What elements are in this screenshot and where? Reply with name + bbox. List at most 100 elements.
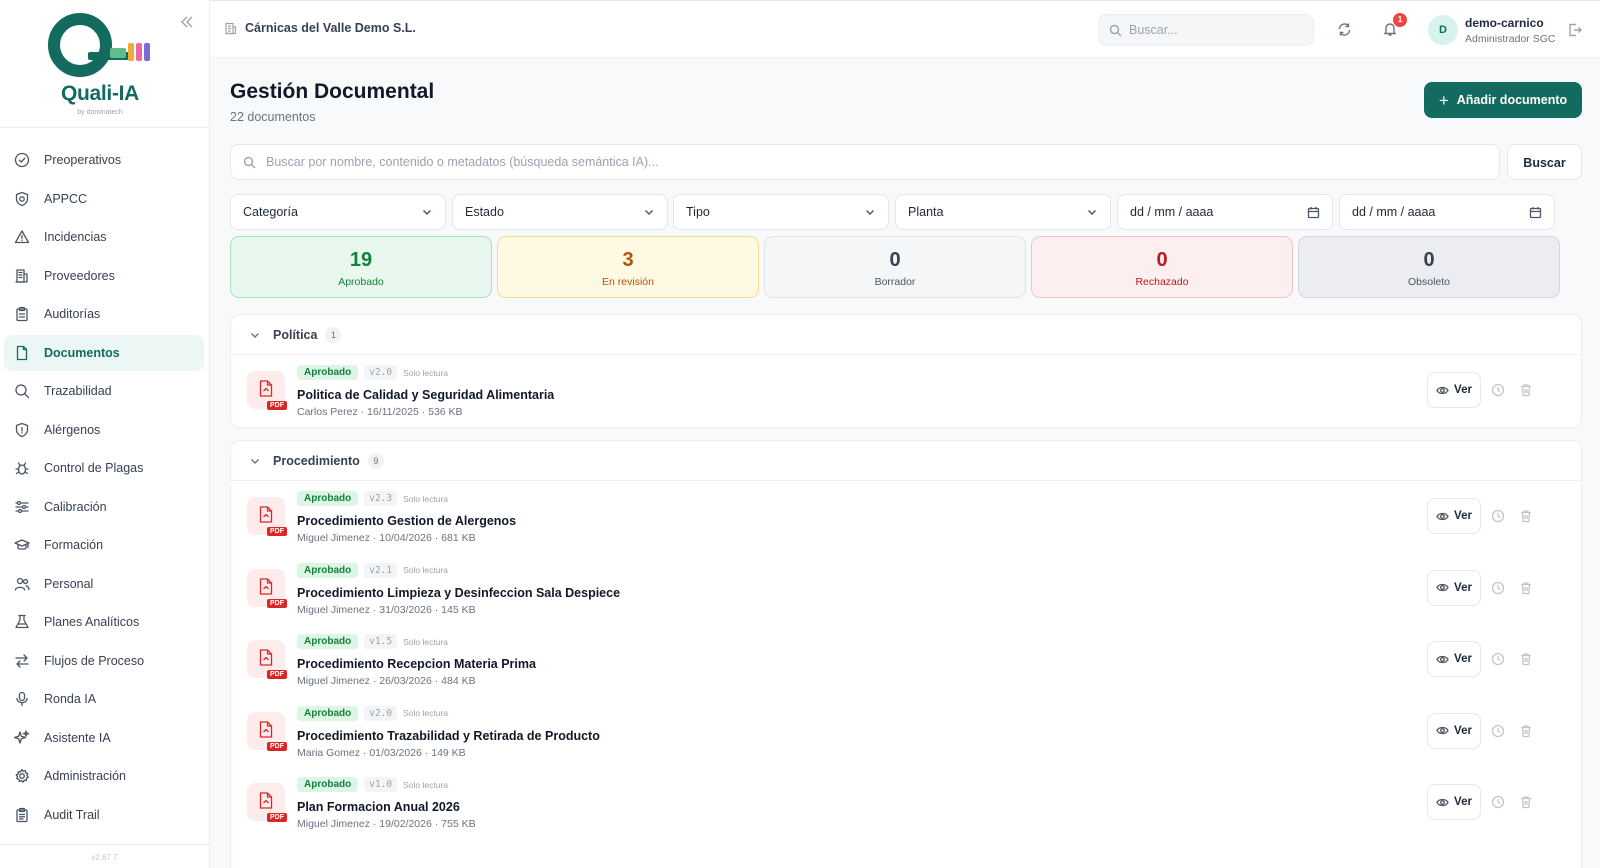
calendar-icon[interactable] xyxy=(1529,206,1542,219)
global-search-input[interactable]: Buscar... xyxy=(1098,14,1314,46)
view-button[interactable]: Ver xyxy=(1427,641,1481,677)
chevron-down-icon xyxy=(866,210,874,215)
filter-categoria[interactable]: Categoría xyxy=(230,194,446,230)
date-to-input[interactable]: dd / mm / aaaa xyxy=(1339,194,1555,230)
readonly-label: Solo lectura xyxy=(403,493,448,504)
document-row[interactable]: PDF Aprobado v2.0 Solo lectura Procedimiento… xyxy=(231,696,1581,768)
sidebar-item-administracion[interactable]: Administración xyxy=(4,758,204,794)
trash-icon[interactable] xyxy=(1519,581,1533,595)
history-icon[interactable] xyxy=(1491,509,1505,523)
filter-tipo[interactable]: Tipo xyxy=(673,194,889,230)
sidebar-item-alergenos[interactable]: Alérgenos xyxy=(4,412,204,448)
trash-icon[interactable] xyxy=(1519,383,1533,397)
document-title[interactable]: Procedimiento Trazabilidad y Retirada de… xyxy=(297,729,600,743)
pdf-file-icon: PDF xyxy=(247,568,287,608)
trash-icon[interactable] xyxy=(1519,509,1533,523)
stat-card-borrador[interactable]: 0 Borrador xyxy=(764,236,1026,298)
logo-subtitle: by dominatech xyxy=(77,109,123,116)
view-button[interactable]: Ver xyxy=(1427,372,1481,408)
refresh-icon[interactable] xyxy=(1337,22,1352,37)
document-row[interactable]: PDF Aprobado v1.0 Solo lectura Plan Formacio… xyxy=(231,767,1581,839)
document-title[interactable]: Procedimiento Limpieza y Desinfeccion Sa… xyxy=(297,586,620,600)
sidebar-item-preoperativos[interactable]: Preoperativos xyxy=(4,142,204,178)
sidebar-item-label: Personal xyxy=(44,576,94,591)
group-header[interactable]: Procedimiento 9 xyxy=(231,441,1581,481)
search-button[interactable]: Buscar xyxy=(1507,144,1582,180)
sidebar-item-label: Trazabilidad xyxy=(44,384,112,398)
stat-value: 19 xyxy=(349,249,373,271)
sidebar-item-asistente-ia[interactable]: Asistente IA xyxy=(4,720,204,756)
filter-estado[interactable]: Estado xyxy=(452,194,668,230)
sidebar-item-incidencias[interactable]: Incidencias xyxy=(4,219,204,255)
avatar[interactable]: D xyxy=(1428,15,1458,45)
pdf-tag: PDF xyxy=(267,401,287,410)
sidebar-item-label: Control de Plagas xyxy=(44,461,144,475)
document-row[interactable]: PDF Aprobado v2.0 Solo lectura Politica de C… xyxy=(231,355,1581,427)
sidebar-item-auditorias[interactable]: Auditorías xyxy=(4,296,204,332)
view-button[interactable]: Ver xyxy=(1427,712,1481,749)
history-icon[interactable] xyxy=(1491,383,1505,397)
stat-card-rechazado[interactable]: 0 Rechazado xyxy=(1031,236,1293,298)
history-icon[interactable] xyxy=(1491,581,1505,595)
stat-label: Borrador xyxy=(874,276,916,288)
document-row[interactable]: PDF Aprobado v1.5 Solo lectura Procedimiento… xyxy=(231,624,1581,696)
date-from-input[interactable]: dd / mm / aaaa xyxy=(1117,194,1333,230)
stat-value: 3 xyxy=(622,249,634,271)
sidebar-item-flujos-de-proceso[interactable]: Flujos de Proceso xyxy=(4,643,204,679)
trash-icon[interactable] xyxy=(1519,795,1533,809)
filter-planta[interactable]: Planta xyxy=(895,194,1111,230)
view-button[interactable]: Ver xyxy=(1427,569,1481,606)
sidebar-item-planes-analiticos[interactable]: Planes Analíticos xyxy=(4,604,204,640)
document-search-input[interactable]: Buscar por nombre, contenido o metadatos… xyxy=(230,144,1500,180)
stat-card-obsoleto[interactable]: 0 Obsoleto xyxy=(1298,236,1560,298)
sidebar-item-label: Auditorías xyxy=(44,307,101,321)
add-document-label: Añadir documento xyxy=(1456,93,1568,107)
sidebar-item-proveedores[interactable]: Proveedores xyxy=(4,258,204,294)
sidebar-item-audit-trail[interactable]: Audit Trail xyxy=(4,797,204,833)
history-icon[interactable] xyxy=(1491,652,1505,666)
trash-icon[interactable] xyxy=(1519,724,1533,738)
document-title[interactable]: Procedimiento Recepcion Materia Prima xyxy=(297,657,536,671)
status-badge: Aprobado xyxy=(297,491,359,506)
view-button[interactable]: Ver xyxy=(1427,784,1481,820)
sidebar-item-ronda-ia[interactable]: Ronda IA xyxy=(4,681,204,717)
document-title[interactable]: Politica de Calidad y Seguridad Alimenta… xyxy=(297,388,554,402)
document-meta: Miguel Jimenez · 31/03/2026 · 145 KB xyxy=(297,603,476,616)
sidebar-item-documentos[interactable]: Documentos xyxy=(4,334,204,371)
document-group: Procedimiento 9 PDF Aprobado v2.3 Solo lectur… xyxy=(230,440,1582,868)
chevron-down-icon xyxy=(423,210,431,215)
sidebar-item-trazabilidad[interactable]: Trazabilidad xyxy=(4,373,204,409)
calendar-icon[interactable] xyxy=(1307,206,1320,219)
sidebar-item-formacion[interactable]: Formación xyxy=(4,527,204,563)
sidebar-item-personal[interactable]: Personal xyxy=(4,566,204,602)
document-row[interactable]: PDF Aprobado v2.1 Solo lectura Procedimiento… xyxy=(231,553,1581,625)
status-badge: Aprobado xyxy=(297,777,359,792)
group-name: Procedimiento xyxy=(273,453,360,468)
trash-icon[interactable] xyxy=(1519,652,1533,666)
sidebar-item-calibracion[interactable]: Calibración xyxy=(4,489,204,525)
stat-value: 0 xyxy=(1423,249,1435,271)
filter-label: Tipo xyxy=(686,205,710,219)
collapse-sidebar-icon[interactable] xyxy=(180,15,194,29)
logout-icon[interactable] xyxy=(1567,22,1583,38)
document-meta: Miguel Jimenez · 26/03/2026 · 484 KB xyxy=(297,675,476,687)
document-row[interactable]: PDF Aprobado v2.3 Solo lectura Procedimiento… xyxy=(231,481,1581,553)
app-version: v2.67.7 xyxy=(0,844,209,868)
stat-card-en-revision[interactable]: 3 En revisión xyxy=(497,236,759,298)
history-icon[interactable] xyxy=(1491,795,1505,809)
pdf-file-icon: PDF xyxy=(247,640,287,679)
group-header[interactable]: Política 1 xyxy=(231,315,1581,355)
logo-icon xyxy=(48,13,150,77)
sidebar-item-control-de-plagas[interactable]: Control de Plagas xyxy=(4,450,204,486)
search-icon xyxy=(243,156,256,168)
history-icon[interactable] xyxy=(1491,724,1505,738)
sidebar-item-label: Planes Analíticos xyxy=(44,615,140,629)
stat-card-aprobado[interactable]: 19 Aprobado xyxy=(230,236,492,298)
view-label: Ver xyxy=(1454,510,1472,522)
add-document-button[interactable]: + Añadir documento xyxy=(1424,82,1582,118)
document-title[interactable]: Plan Formacion Anual 2026 xyxy=(297,800,460,814)
company-selector[interactable]: Cárnicas del Valle Demo S.L. xyxy=(224,21,416,35)
document-title[interactable]: Procedimiento Gestion de Alergenos xyxy=(297,514,516,528)
view-button[interactable]: Ver xyxy=(1427,498,1481,534)
sidebar-item-appcc[interactable]: APPCC xyxy=(4,181,204,217)
